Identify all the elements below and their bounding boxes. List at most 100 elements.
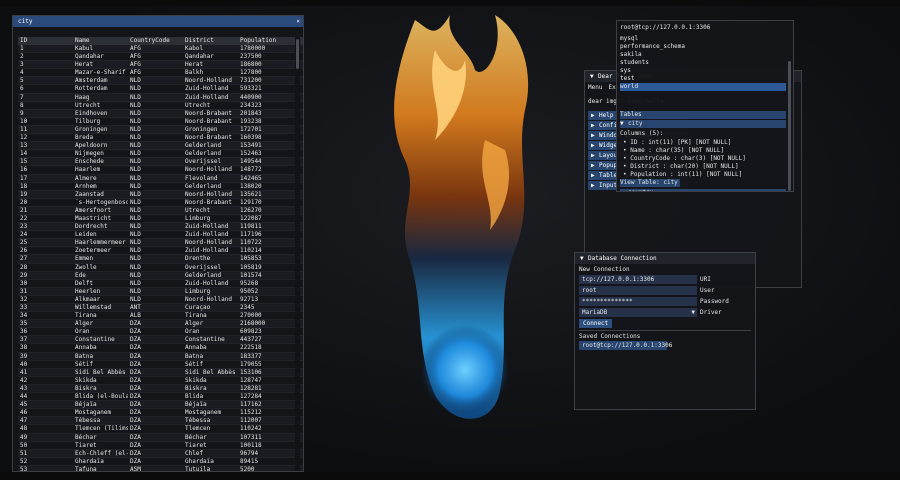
column-header-id[interactable]: ID [18,37,73,45]
table-row[interactable]: 52 Ghardaïa DZA Ghardaïa 89415 [18,458,303,466]
scrollbar-thumb[interactable] [296,39,299,69]
table-row[interactable]: 4 Mazar-e-Sharif AFG Balkh 127800 [18,69,303,78]
connection-titlebar[interactable]: ▼ Database Connection [575,253,755,264]
collapse-triangle-icon[interactable]: ▼ [580,253,588,264]
table-row[interactable]: 12 Breda NLD Noord-Brabant 160398 [18,134,303,143]
database-item[interactable]: performance_schema [620,43,685,51]
table-row[interactable]: 3 Herat AFG Herat 186800 [18,61,303,70]
table-cell: Rotterdam [75,85,108,93]
column-item: • Name : char(35) [NOT NULL] [623,147,724,155]
table-row[interactable]: 39 Batna DZA Batna 183377 [18,352,303,361]
table-row[interactable]: 42 Skikda DZA Skikda 128747 [18,377,303,385]
table-row[interactable]: 21 Amersfoort NLD Utrecht 126270 [18,206,303,215]
table-row[interactable]: 33 Willemstad ANT Curaçao 2345 [18,304,303,313]
table-cell: Almere [75,174,97,182]
table-cell: 19 [20,190,28,198]
table-row[interactable]: 50 Tiaret DZA Tiaret 100118 [18,441,303,450]
table-row[interactable]: 28 Zwolle NLD Overijssel 105819 [18,264,303,272]
table-cell: Qandahar [185,53,214,61]
table-row[interactable]: 16 Haarlem NLD Noord-Holland 148772 [18,166,303,175]
city-window-titlebar[interactable]: city × [13,16,303,27]
table-row[interactable]: 38 Annaba DZA Annaba 222518 [18,344,303,353]
table-row[interactable]: 47 Tébessa DZA Tébessa 112007 [18,417,303,426]
database-item[interactable]: students [620,59,649,67]
table-row[interactable]: 40 Sétif DZA Sétif 179055 [18,361,303,369]
close-icon[interactable]: × [296,16,300,27]
tables-header[interactable]: Tables [620,111,786,119]
table-row[interactable]: 48Tlemcen (Tilimsen)DZATlemcen110242 [18,425,303,434]
table-cell: 4 [20,69,24,77]
table-row[interactable]: 19 Zaanstad NLD Noord-Holland 135621 [18,190,303,199]
table-row[interactable]: 32 Alkmaar NLD Noord-Holland 92713 [18,296,303,304]
database-item[interactable]: mysql [620,35,638,43]
table-row[interactable]: 30 Delft NLD Zuid-Holland 95268 [18,280,303,288]
table-row[interactable]: 5 Amsterdam NLD Noord-Holland 731200 [18,77,303,86]
table-row[interactable]: 23 Dordrecht NLD Zuid-Holland 119811 [18,223,303,232]
password-input[interactable]: ************** [579,297,697,306]
table-row[interactable]: 36 Oran DZA Oran 609823 [18,328,303,337]
table-row[interactable]: 49 Béchar DZA Béchar 107311 [18,433,303,442]
table-row[interactable]: 27 Emmen NLD Drenthe 105853 [18,255,303,264]
column-header-district[interactable]: District [183,37,238,45]
table-row[interactable]: 9 Eindhoven NLD Noord-Brabant 201843 [18,109,303,118]
table-row[interactable]: 13 Apeldoorn NLD Gelderland 153491 [18,142,303,151]
db-connection-window[interactable]: ▼ Database Connection New Connection tcp:… [574,252,756,410]
menu-item-menu[interactable]: Menu [588,84,602,91]
table-row[interactable]: 35 Alger DZA Alger 2168000 [18,320,303,329]
city-table-window[interactable]: city × ID Name CountryCode District Popu… [12,15,304,472]
table-cell: Tiaret [185,441,207,449]
table-row[interactable]: 22 Maastricht NLD Limburg 122087 [18,215,303,224]
database-item[interactable]: sys [620,67,631,75]
table-row[interactable]: 31 Heerlen NLD Limburg 95052 [18,287,303,296]
table-row[interactable]: 34 Tirana ALB Tirana 270000 [18,312,303,321]
table-row[interactable]: 51Ech-Chleff (el-Asnam)DZAChlef96794 [18,449,303,458]
saved-connection-item[interactable]: root@tcp://127.0.0.1:3306 [579,341,672,350]
table-row[interactable]: 24 Leiden NLD Zuid-Holland 117196 [18,231,303,240]
table-cell: Chlef [185,449,204,457]
table-row[interactable]: 26 Zoetermeer NLD Zuid-Holland 110214 [18,247,303,256]
table-row[interactable]: 41 Sidi Bel Abbès DZA Sidi Bel Abbès 153106 [18,368,303,377]
table-cell: NLD [130,255,141,263]
table-row[interactable]: 8 Utrecht NLD Utrecht 234323 [18,102,303,110]
table-row[interactable]: 18 Arnhem NLD Gelderland 138020 [18,183,303,191]
uri-input[interactable]: tcp://127.0.0.1:3306 [579,275,697,284]
table-country-node[interactable]: ▶country [620,189,786,191]
table-row[interactable]: 7 Haag NLD Zuid-Holland 440900 [18,93,303,102]
db-scrollbar[interactable] [788,61,791,191]
table-cell: 13 [20,142,28,150]
column-header-countrycode[interactable]: CountryCode [128,37,183,45]
table-row[interactable]: 17 Almere NLD Flevoland 142465 [18,174,303,183]
database-item[interactable]: test [620,75,634,83]
table-row[interactable]: 20 ´s-Hertogenbosch NLD Noord-Brabant 129170 [18,199,303,207]
user-input[interactable]: root [579,286,697,295]
table-row[interactable]: 44Blida (el-Boulaida)DZABlida127284 [18,393,303,402]
view-table-button[interactable]: View Table: city [620,179,680,187]
table-cell: 43 [20,384,28,392]
table-row[interactable]: 25 Haarlemmermeer NLD Noord-Holland 110722 [18,239,303,248]
table-row[interactable]: 10 Tilburg NLD Noord-Brabant 193238 [18,118,303,126]
chevron-down-icon[interactable]: ▼ [691,308,695,317]
db-explorer-window[interactable]: root@tcp://127.0.0.1:3306 mysql performan… [616,20,794,192]
table-row[interactable]: 45 Béjaïa DZA Béjaïa 117162 [18,401,303,410]
collapse-triangle-icon[interactable]: ▼ [590,71,598,82]
connect-button[interactable]: Connect [579,319,613,328]
table-scrollbar[interactable] [295,37,300,471]
column-header-name[interactable]: Name [73,37,128,45]
table-row[interactable]: 37 Constantine DZA Constantine 443727 [18,336,303,345]
table-row[interactable]: 2 Qandahar AFG Qandahar 237500 [18,53,303,62]
table-row[interactable]: 14 Nijmegen NLD Gelderland 152463 [18,150,303,159]
table-row[interactable]: 15 Enschede NLD Overijssel 149544 [18,158,303,167]
table-row[interactable]: 6 Rotterdam NLD Zuid-Holland 593321 [18,85,303,94]
table-row[interactable]: 29 Ede NLD Gelderland 101574 [18,271,303,280]
driver-select[interactable]: MariaDB ▼ [579,308,697,317]
database-item[interactable]: world [620,83,786,91]
table-cell: NLD [130,93,141,101]
table-row[interactable]: 1 Kabul AFG Kabol 1780000 [18,45,303,54]
table-row[interactable]: 11 Groningen NLD Groningen 172701 [18,125,303,135]
table-city-node[interactable]: ▼ city [620,120,786,128]
database-item[interactable]: sakila [620,51,642,59]
table-row[interactable]: 46 Mostaganem DZA Mostaganem 115212 [18,409,303,418]
table-row[interactable]: 43 Biskra DZA Biskra 128281 [18,384,303,394]
table-cell: Kabul [75,45,94,52]
bottom-bar [0,472,900,480]
